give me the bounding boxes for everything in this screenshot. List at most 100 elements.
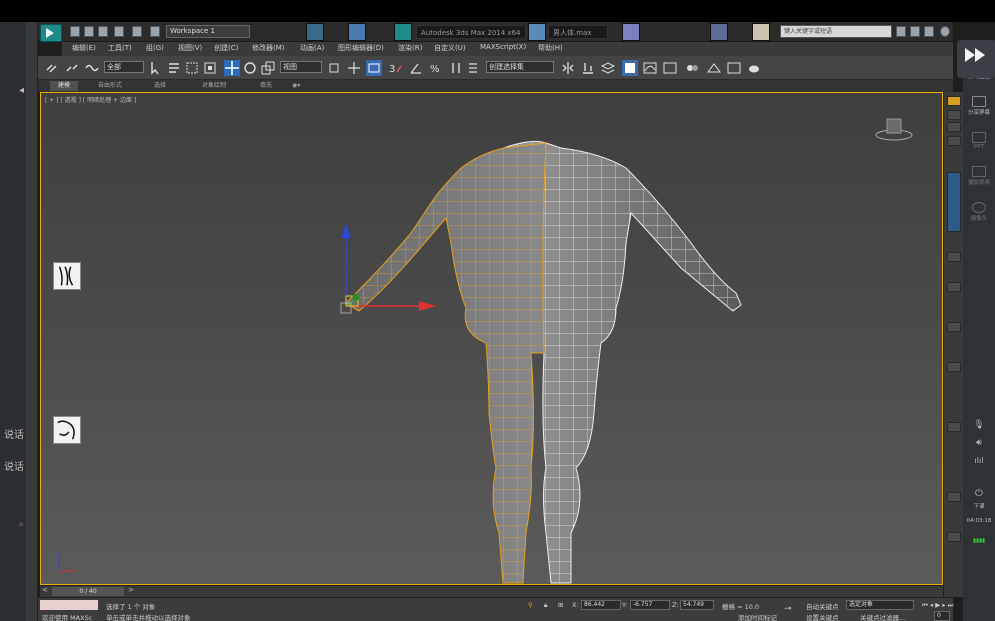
named-selection-select[interactable]: 创建选择集 [486,61,554,73]
selection-filter-select[interactable]: 全部 [104,61,144,73]
playback-controls[interactable]: ⏮ ◂ ▶ ▸ ⏭ [922,601,954,610]
angle-snap-icon[interactable] [408,60,424,76]
edit-named-selection-icon[interactable] [466,60,482,76]
current-frame-field[interactable]: 0 [934,611,950,621]
new-file-icon[interactable] [70,26,80,37]
x-coord-field[interactable]: 86.442 [581,600,621,610]
taskbar-doc-icon[interactable] [528,23,546,41]
pin-icon[interactable]: ⚲ [528,601,533,609]
auto-key-label[interactable]: 自动关键点 [806,601,839,611]
menu-views[interactable]: 视图(V) [178,43,202,53]
time-next-icon[interactable]: > [128,586,134,594]
menu-tools[interactable]: 工具(T) [108,43,132,53]
taskbar-app-icon-4[interactable] [710,23,728,41]
menu-modifiers[interactable]: 修改器(M) [252,43,285,53]
manipulate-icon[interactable] [346,60,362,76]
host-left-label-1[interactable]: 说话 [0,426,24,441]
menu-create[interactable]: 创建(C) [214,43,238,53]
end-class-button[interactable]: 下课 [963,502,995,510]
menu-edit[interactable]: 编辑(E) [72,43,96,53]
ppt-item[interactable]: PPT [963,132,995,150]
tab-selection[interactable]: 选择 [146,81,174,91]
spinner-snap-icon[interactable] [448,60,464,76]
rotate-icon[interactable] [242,60,258,76]
percent-snap-icon[interactable]: % [428,60,444,76]
host-back-icon[interactable]: ◂ [0,85,24,96]
floating-thumbnail-2[interactable] [53,416,81,444]
project-folder-icon[interactable] [150,26,160,37]
scale-icon[interactable] [260,60,276,76]
key-filters-button[interactable]: 关键点过滤器... [860,612,905,621]
ribbon-options-icon[interactable]: ◉▾ [284,81,308,91]
panel-roll-2[interactable] [947,122,961,132]
menu-rendering[interactable]: 渲染(R) [398,43,422,53]
menu-maxscript[interactable]: MAXScript(X) [480,43,526,51]
taskbar-app-icon-1[interactable] [306,23,324,41]
modifier-stack[interactable] [947,172,961,232]
power-icon[interactable]: ⏻ [963,488,995,499]
maxscript-listener-mini[interactable] [40,600,98,610]
workspace-select[interactable]: Workspace 1 [166,25,250,38]
panel-roll-4[interactable] [947,252,961,262]
tab-freeform[interactable]: 自由形式 [90,81,130,91]
search-input[interactable]: 键入关键字或短语 [780,25,892,38]
unlink-icon[interactable] [64,60,80,76]
create-panel-tab-icon[interactable] [947,96,961,106]
render-teapot-icon[interactable] [746,60,762,76]
mirror-icon[interactable] [560,60,576,76]
link-icon[interactable] [44,60,60,76]
select-object-icon[interactable] [148,60,164,76]
taskbar-3dsmax-icon[interactable] [394,23,412,41]
snap-3d-icon[interactable]: 3 [388,60,404,76]
curve-editor-icon[interactable] [642,60,658,76]
z-coord-field[interactable]: 54.749 [680,600,714,610]
ref-coord-select[interactable]: 视图 [280,61,322,73]
material-editor-icon[interactable] [684,60,700,76]
lock-selection-icon[interactable]: 🔒︎ [544,601,547,610]
taskbar-app-icon-3[interactable] [622,23,640,41]
pivot-center-icon[interactable] [326,60,342,76]
host-left-label-2[interactable]: 说话 [0,458,24,473]
select-by-name-icon[interactable] [166,60,182,76]
time-prev-icon[interactable]: < [42,586,48,594]
time-slider-bar[interactable]: < 0 / 40 > [40,585,943,597]
share-screen-item[interactable]: 分享屏幕 [963,96,995,116]
time-slider-thumb[interactable]: 0 / 40 [52,587,124,596]
menu-animation[interactable]: 动画(A) [300,43,324,53]
taskbar-tab-doc[interactable]: 男人体.max [548,25,608,39]
panel-roll-8[interactable] [947,422,961,432]
panel-roll-5[interactable] [947,282,961,292]
play-video-item[interactable]: 播放视频 [963,166,995,186]
panel-roll-3[interactable] [947,136,961,146]
menu-group[interactable]: 组(G) [146,43,164,53]
taskbar-app-icon-2[interactable] [348,23,366,41]
star-icon[interactable] [924,26,934,37]
panel-roll-7[interactable] [947,362,961,372]
set-key-label[interactable]: 设置关键点 [806,612,839,621]
undo-icon[interactable] [114,26,124,37]
move-icon[interactable] [224,60,240,76]
rendered-frame-icon[interactable] [726,60,742,76]
layer-manager-icon[interactable] [600,60,616,76]
menu-customize[interactable]: 自定义(U) [434,43,466,53]
render-setup-icon[interactable] [706,60,722,76]
camera-item[interactable]: 摄像头 [963,202,995,222]
open-file-icon[interactable] [84,26,94,37]
panel-roll-10[interactable] [947,532,961,542]
schematic-view-icon[interactable] [662,60,678,76]
window-crossing-icon[interactable] [202,60,218,76]
selected-object-select[interactable]: 选定对象 [846,600,914,610]
floating-thumbnail-1[interactable] [53,262,81,290]
align-icon[interactable] [580,60,596,76]
app-logo-icon[interactable] [40,24,62,42]
speaker-icon[interactable]: 🔊︎ [963,438,995,448]
tab-populate[interactable]: 填充 [252,81,280,91]
help-icon[interactable] [940,26,950,37]
menu-graph-editors[interactable]: 图形编辑器(D) [338,43,384,53]
panel-roll-6[interactable] [947,322,961,332]
rect-selection-icon[interactable] [184,60,200,76]
redo-icon[interactable] [132,26,142,37]
tab-modeling[interactable]: 建模 [50,81,79,91]
add-time-tag[interactable]: 添加时间标记 [738,612,777,621]
binoculars-icon[interactable] [896,26,906,37]
